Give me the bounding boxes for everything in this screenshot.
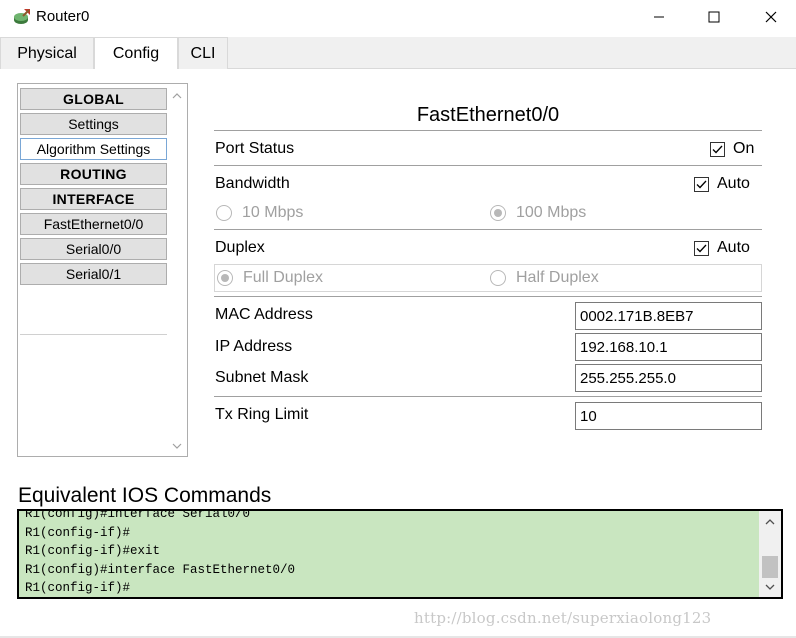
mac-address-label: MAC Address <box>215 306 313 323</box>
scroll-down-icon[interactable] <box>759 578 781 596</box>
tx-ring-limit-field[interactable] <box>575 402 762 430</box>
sidebar-header-routing[interactable]: ROUTING <box>20 163 167 185</box>
ip-address-field[interactable] <box>575 333 762 361</box>
subnet-mask-label: Subnet Mask <box>215 369 309 386</box>
bandwidth-100mbps-label: 100 Mbps <box>516 204 587 221</box>
duplex-half-radio[interactable]: Half Duplex <box>490 269 599 287</box>
checkbox-checked-icon <box>694 240 709 256</box>
close-icon <box>765 11 777 23</box>
scroll-up-icon[interactable] <box>759 513 781 531</box>
ios-commands-console[interactable]: R1(config)#interface Serial0/0 R1(config… <box>17 509 783 599</box>
radio-selected-icon <box>490 205 506 221</box>
ios-command-lines: R1(config)#interface Serial0/0 R1(config… <box>25 509 296 597</box>
ios-scroll-thumb[interactable] <box>762 556 778 578</box>
ios-line: R1(config-if)# <box>25 525 131 540</box>
divider <box>214 229 762 230</box>
divider <box>214 396 762 397</box>
minimize-icon <box>654 16 664 18</box>
ios-line: R1(config)#interface FastEthernet0/0 <box>25 562 296 577</box>
bandwidth-100mbps-radio[interactable]: 100 Mbps <box>490 204 586 222</box>
sidebar-item-serial0-0[interactable]: Serial0/0 <box>20 238 167 260</box>
tab-cli[interactable]: CLI <box>178 37 228 69</box>
ios-line: R1(config-if)# <box>25 581 131 595</box>
tab-config[interactable]: Config <box>94 37 178 70</box>
sidebar-item-settings[interactable]: Settings <box>20 113 167 135</box>
minimize-button[interactable] <box>636 0 682 34</box>
scroll-up-icon[interactable] <box>167 86 187 106</box>
tab-bar: Physical Config CLI <box>0 37 796 70</box>
checkbox-checked-icon <box>710 141 725 157</box>
divider <box>214 130 762 131</box>
ios-scrollbar[interactable] <box>759 511 781 597</box>
sidebar-divider <box>20 334 170 335</box>
bandwidth-label: Bandwidth <box>215 175 290 192</box>
divider <box>214 165 762 166</box>
radio-unselected-icon <box>216 205 232 221</box>
close-button[interactable] <box>748 0 794 34</box>
sidebar-header-global[interactable]: GLOBAL <box>20 88 167 110</box>
sidebar-item-fastethernet0-0[interactable]: FastEthernet0/0 <box>20 213 167 235</box>
duplex-full-label: Full Duplex <box>243 269 324 286</box>
tab-physical[interactable]: Physical <box>0 37 94 69</box>
duplex-half-label: Half Duplex <box>516 269 599 286</box>
bandwidth-10mbps-label: 10 Mbps <box>242 204 304 221</box>
divider <box>214 296 762 297</box>
duplex-auto-label: Auto <box>717 239 750 256</box>
bandwidth-auto-label: Auto <box>717 175 750 192</box>
port-status-label: Port Status <box>215 140 295 157</box>
ios-commands-title: Equivalent IOS Commands <box>18 484 272 507</box>
bandwidth-10mbps-radio[interactable]: 10 Mbps <box>216 204 303 222</box>
watermark-text: http://blog.csdn.net/superxiaolong123 <box>414 609 712 627</box>
sidebar-header-interface[interactable]: INTERFACE <box>20 188 167 210</box>
bandwidth-auto-checkbox[interactable]: Auto <box>694 175 750 193</box>
title-bar: Router0 <box>0 0 796 34</box>
radio-selected-icon <box>217 270 233 286</box>
window-title: Router0 <box>36 8 90 25</box>
mac-address-field[interactable] <box>575 302 762 330</box>
ios-line: R1(config-if)#exit <box>25 544 161 558</box>
radio-unselected-icon <box>490 270 506 286</box>
duplex-label: Duplex <box>215 239 265 256</box>
interface-title: FastEthernet0/0 <box>416 104 560 126</box>
sidebar-item-algorithm-settings[interactable]: Algorithm Settings <box>20 138 167 160</box>
router-icon <box>12 7 32 27</box>
duplex-auto-checkbox[interactable]: Auto <box>694 239 750 257</box>
port-status-on-label: On <box>733 140 755 157</box>
ip-address-label: IP Address <box>215 338 293 355</box>
tx-ring-limit-label: Tx Ring Limit <box>215 406 309 423</box>
sidebar-item-serial0-1[interactable]: Serial0/1 <box>20 263 167 285</box>
maximize-button[interactable] <box>691 0 737 34</box>
ios-line: R1(config)#interface Serial0/0 <box>25 509 251 521</box>
subnet-mask-field[interactable] <box>575 364 762 392</box>
maximize-icon <box>708 11 720 23</box>
duplex-full-radio[interactable]: Full Duplex <box>217 269 323 287</box>
config-sidebar: GLOBAL Settings Algorithm Settings ROUTI… <box>17 83 188 457</box>
checkbox-checked-icon <box>694 176 709 192</box>
port-status-checkbox[interactable]: On <box>710 140 754 158</box>
scroll-down-icon[interactable] <box>167 436 187 456</box>
sidebar-scrollbar[interactable] <box>167 84 187 456</box>
